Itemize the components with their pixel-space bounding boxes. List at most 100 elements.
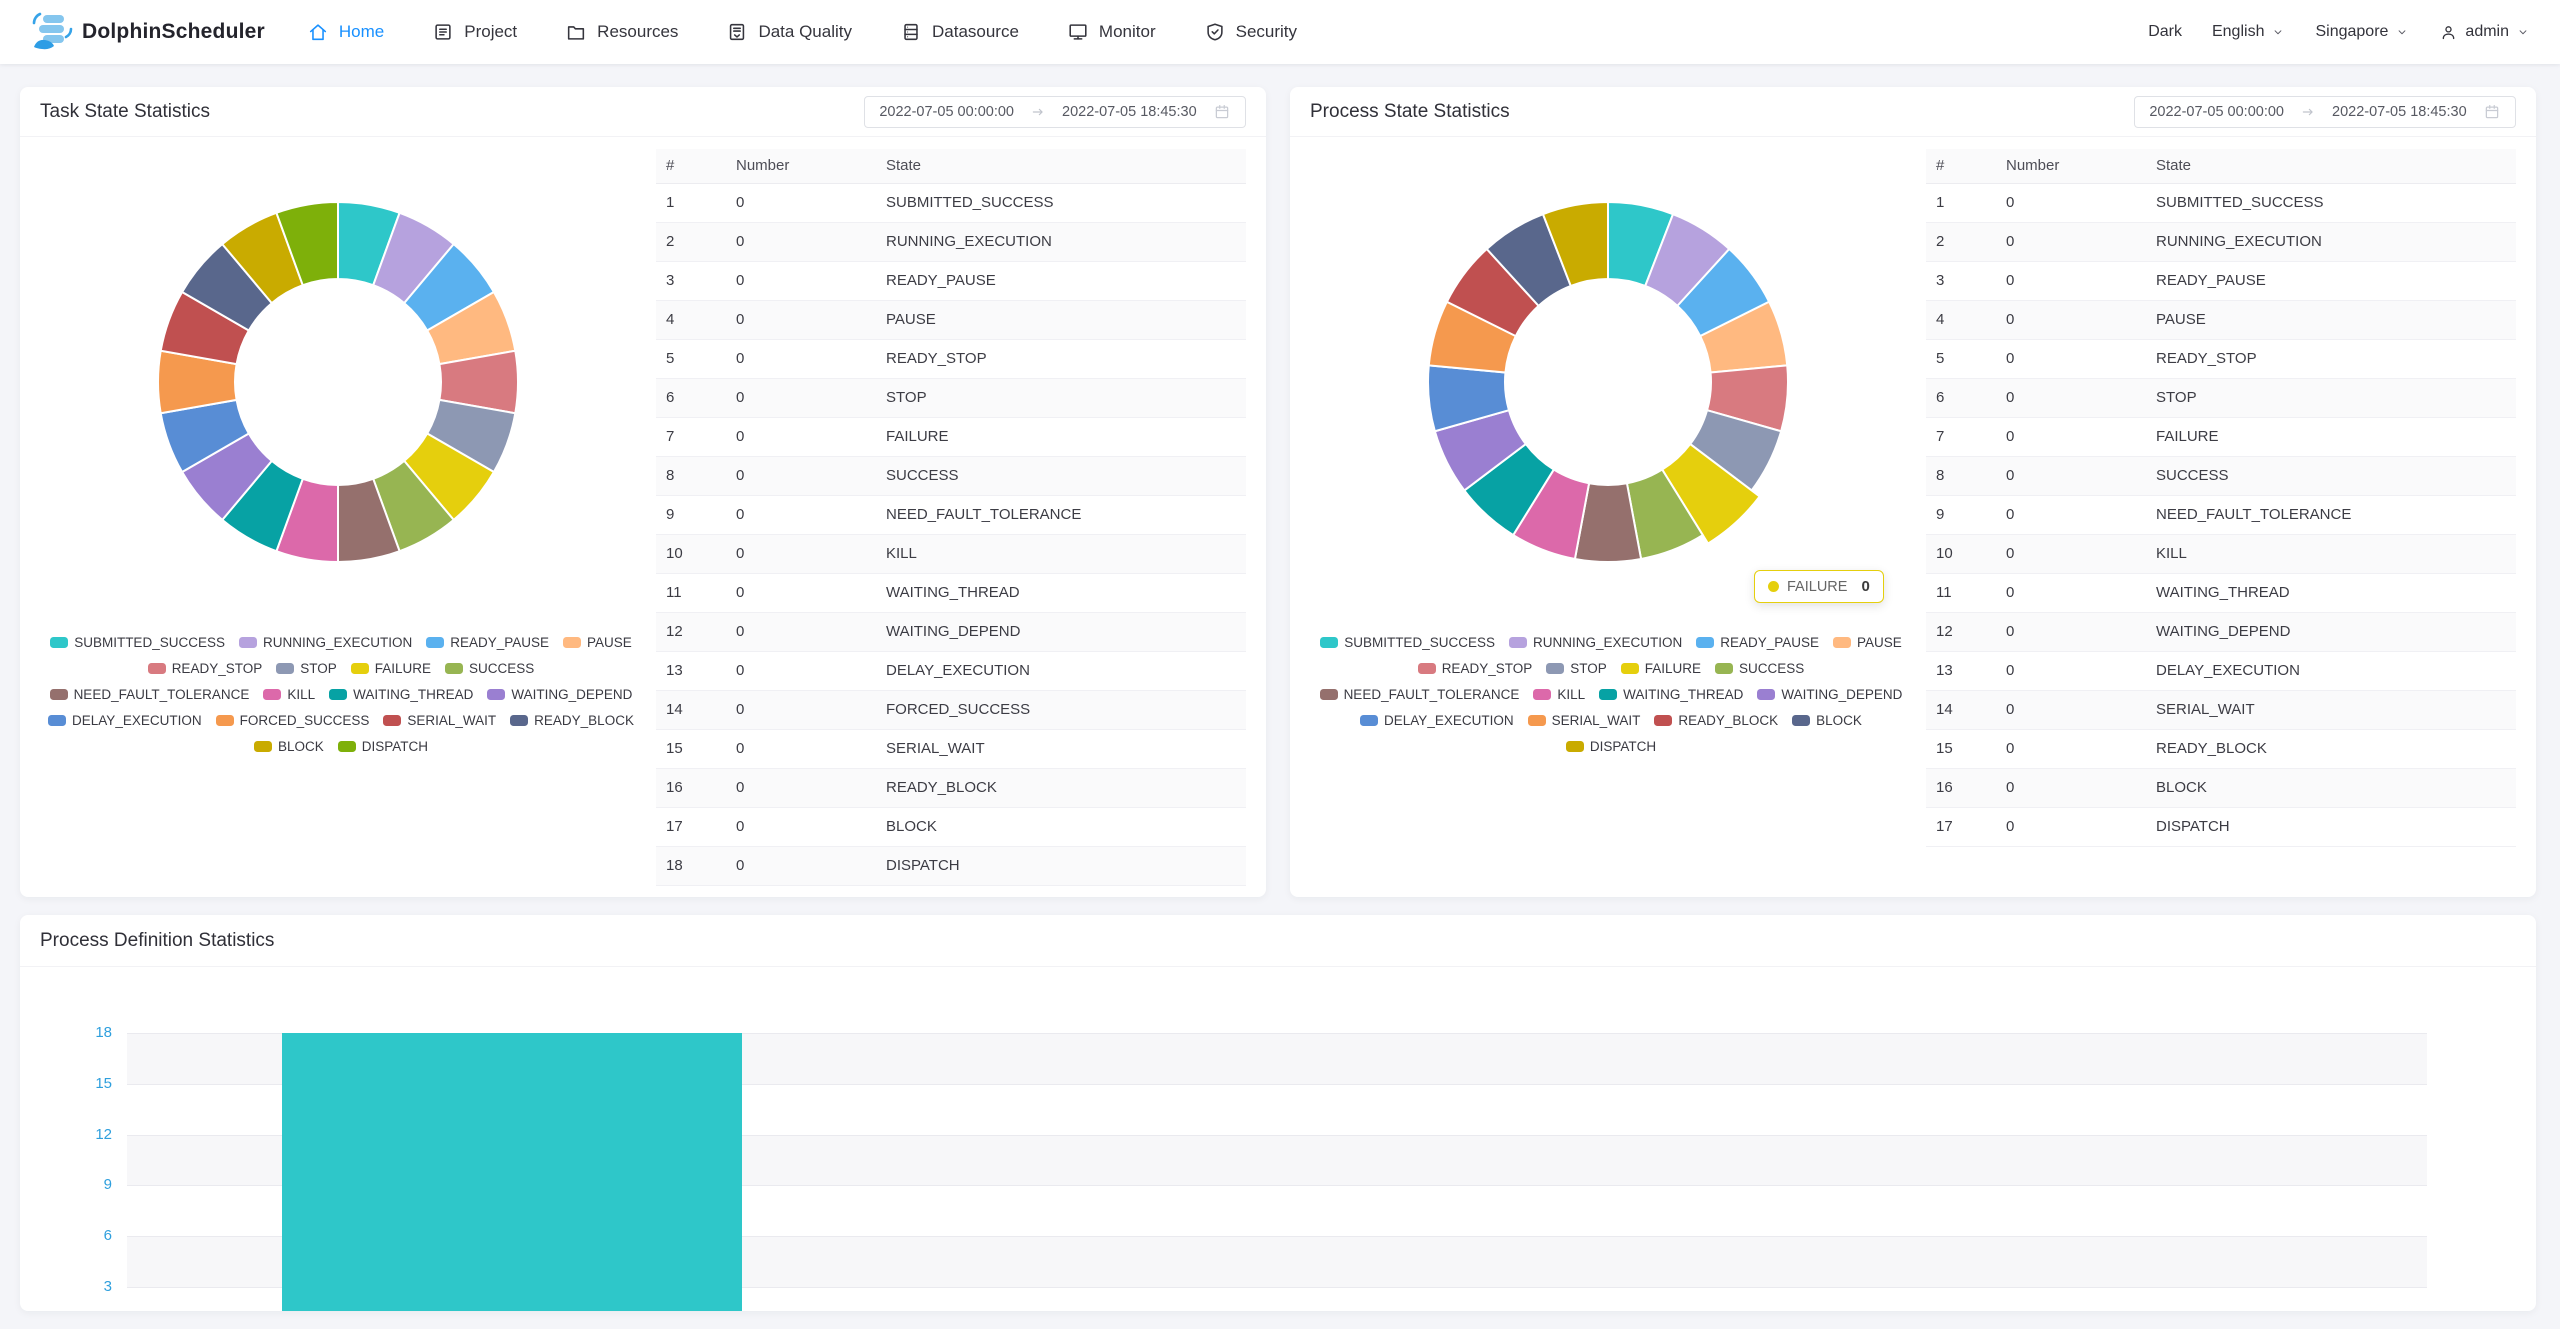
legend-item-delay-execution[interactable]: DELAY_EXECUTION [48, 713, 202, 728]
legend-item-waiting-depend[interactable]: WAITING_DEPEND [1757, 687, 1902, 702]
cell-number: 0 [726, 768, 876, 807]
legend-label: READY_BLOCK [1678, 713, 1778, 728]
legend-item-submitted-success[interactable]: SUBMITTED_SUCCESS [50, 635, 225, 650]
legend-item-need-fault-tolerance[interactable]: NEED_FAULT_TOLERANCE [1320, 687, 1520, 702]
legend-item-serial-wait[interactable]: SERIAL_WAIT [383, 713, 496, 728]
navbar-right: Dark English Singapore admin [2148, 23, 2530, 42]
legend-item-dispatch[interactable]: DISPATCH [338, 739, 428, 754]
language-selector[interactable]: English [2212, 23, 2285, 41]
legend-item-success[interactable]: SUCCESS [445, 661, 534, 676]
legend-swatch [50, 689, 68, 700]
legend-swatch [1528, 715, 1546, 726]
legend-swatch [563, 637, 581, 648]
legend-item-waiting-thread[interactable]: WAITING_THREAD [1599, 687, 1743, 702]
cell-state: WAITING_THREAD [2146, 573, 2516, 612]
legend-item-stop[interactable]: STOP [276, 661, 337, 676]
legend-item-kill[interactable]: KILL [263, 687, 315, 702]
cell-number: 0 [1996, 495, 2146, 534]
legend-item-ready-block[interactable]: READY_BLOCK [510, 713, 634, 728]
cell-state: RUNNING_EXECUTION [876, 222, 1246, 261]
legend-item-pause[interactable]: PAUSE [563, 635, 632, 650]
legend-item-failure[interactable]: FAILURE [351, 661, 431, 676]
task-state-card: Task State Statistics 2022-07-05 00:00:0… [20, 87, 1266, 897]
legend-item-ready-pause[interactable]: READY_PAUSE [1696, 635, 1819, 650]
cell-number: 0 [1996, 768, 2146, 807]
legend-item-stop[interactable]: STOP [1546, 661, 1607, 676]
theme-toggle-button[interactable]: Dark [2148, 23, 2182, 41]
nav-item-label: Home [339, 22, 384, 42]
process-definition-chart[interactable]: 181512963 [20, 967, 2536, 1311]
process-state-donut-chart[interactable] [1416, 190, 1800, 574]
legend-item-ready-block[interactable]: READY_BLOCK [1654, 713, 1778, 728]
legend-item-ready-stop[interactable]: READY_STOP [1418, 661, 1533, 676]
legend-item-running-execution[interactable]: RUNNING_EXECUTION [1509, 635, 1682, 650]
legend-label: BLOCK [278, 739, 324, 754]
cell-number: 0 [726, 573, 876, 612]
legend-item-kill[interactable]: KILL [1533, 687, 1585, 702]
legend-swatch [329, 689, 347, 700]
legend-swatch [254, 741, 272, 752]
table-row: 130DELAY_EXECUTION [1926, 651, 2516, 690]
legend-item-ready-pause[interactable]: READY_PAUSE [426, 635, 549, 650]
cell-state: SERIAL_WAIT [876, 729, 1246, 768]
user-menu[interactable]: admin [2439, 23, 2530, 42]
legend-item-serial-wait[interactable]: SERIAL_WAIT [1528, 713, 1641, 728]
cell-state: SUCCESS [876, 456, 1246, 495]
nav-item-security[interactable]: Security [1204, 0, 1297, 64]
nav-item-home[interactable]: Home [307, 0, 384, 64]
legend-label: WAITING_DEPEND [511, 687, 632, 702]
cell-number: 0 [726, 495, 876, 534]
legend-item-forced-success[interactable]: FORCED_SUCCESS [216, 713, 370, 728]
legend-item-success[interactable]: SUCCESS [1715, 661, 1804, 676]
user-icon [2439, 23, 2458, 42]
cell-number: 0 [726, 183, 876, 222]
cell-number: 0 [726, 612, 876, 651]
legend-item-running-execution[interactable]: RUNNING_EXECUTION [239, 635, 412, 650]
timezone-selector[interactable]: Singapore [2315, 23, 2409, 41]
legend-item-dispatch[interactable]: DISPATCH [1566, 739, 1656, 754]
brand[interactable]: DolphinScheduler [30, 10, 265, 54]
cell-state: FAILURE [876, 417, 1246, 456]
cell-number: 0 [1996, 651, 2146, 690]
cell-index: 8 [1926, 456, 1996, 495]
legend-item-submitted-success[interactable]: SUBMITTED_SUCCESS [1320, 635, 1495, 650]
nav-item-project[interactable]: Project [432, 0, 517, 64]
legend-item-need-fault-tolerance[interactable]: NEED_FAULT_TOLERANCE [50, 687, 250, 702]
project-icon [432, 21, 454, 43]
nav-item-data-quality[interactable]: Data Quality [726, 0, 852, 64]
data-quality-icon [726, 21, 748, 43]
legend-swatch [1566, 741, 1584, 752]
legend-swatch [1715, 663, 1733, 674]
date-range-picker[interactable]: 2022-07-05 00:00:00 2022-07-05 18:45:30 [2134, 96, 2516, 128]
legend-swatch [1509, 637, 1527, 648]
cell-state: RUNNING_EXECUTION [2146, 222, 2516, 261]
legend-item-delay-execution[interactable]: DELAY_EXECUTION [1360, 713, 1514, 728]
arrow-right-icon [2300, 104, 2316, 120]
legend-item-block[interactable]: BLOCK [1792, 713, 1862, 728]
nav-item-resources[interactable]: Resources [565, 0, 678, 64]
card-title: Process State Statistics [1310, 101, 1510, 123]
chart-tooltip: FAILURE 0 [1754, 570, 1884, 603]
task-state-donut-chart[interactable] [146, 190, 530, 574]
nav-item-datasource[interactable]: Datasource [900, 0, 1019, 64]
cell-state: WAITING_THREAD [876, 573, 1246, 612]
nav-item-monitor[interactable]: Monitor [1067, 0, 1156, 64]
legend-item-block[interactable]: BLOCK [254, 739, 324, 754]
legend-label: DELAY_EXECUTION [1384, 713, 1514, 728]
legend-item-pause[interactable]: PAUSE [1833, 635, 1902, 650]
legend-item-ready-stop[interactable]: READY_STOP [148, 661, 263, 676]
legend-item-waiting-thread[interactable]: WAITING_THREAD [329, 687, 473, 702]
cell-state: FAILURE [2146, 417, 2516, 456]
cell-index: 14 [656, 690, 726, 729]
legend-swatch [263, 689, 281, 700]
cell-number: 0 [726, 261, 876, 300]
bar-series[interactable] [282, 1033, 742, 1311]
legend-label: READY_BLOCK [534, 713, 634, 728]
legend-item-failure[interactable]: FAILURE [1621, 661, 1701, 676]
table-row: 170DISPATCH [1926, 807, 2516, 846]
date-range-picker[interactable]: 2022-07-05 00:00:00 2022-07-05 18:45:30 [864, 96, 1246, 128]
column-header-number: Number [726, 149, 876, 183]
legend-item-waiting-depend[interactable]: WAITING_DEPEND [487, 687, 632, 702]
legend-label: FAILURE [375, 661, 431, 676]
table-row: 90NEED_FAULT_TOLERANCE [1926, 495, 2516, 534]
